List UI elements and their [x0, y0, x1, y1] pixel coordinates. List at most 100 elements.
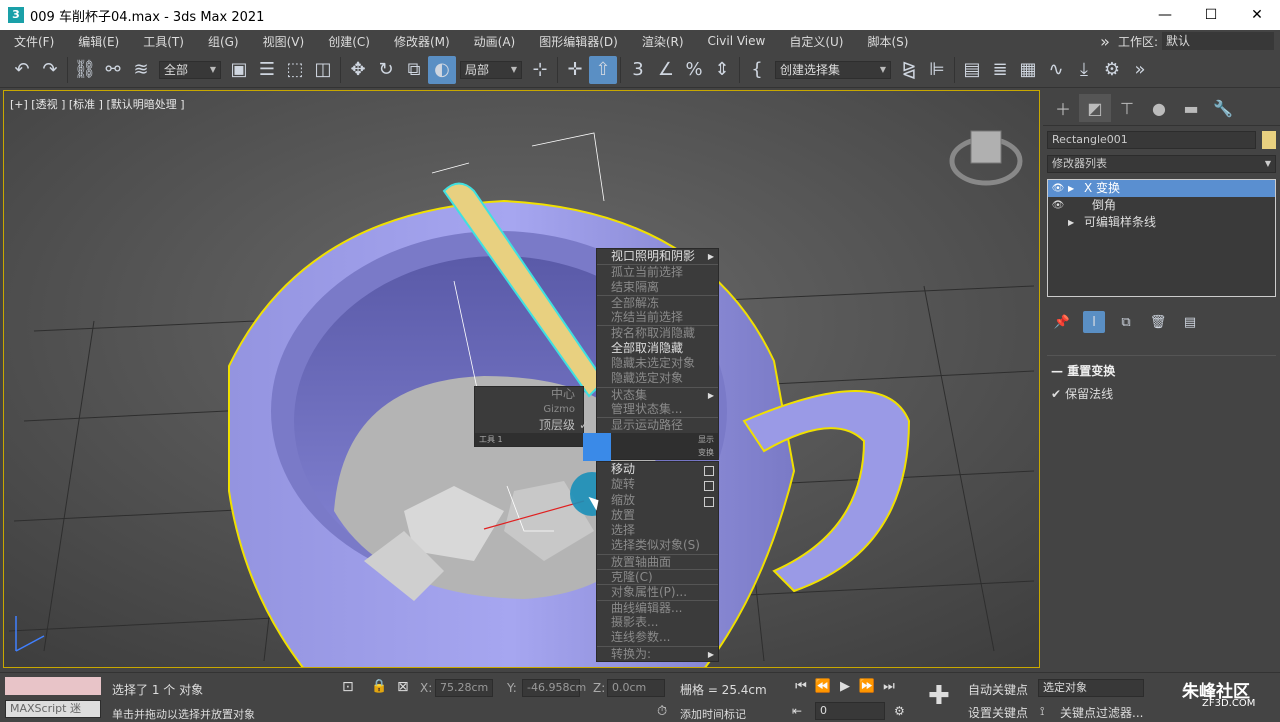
- configure-sets-icon[interactable]: ▤: [1179, 311, 1201, 333]
- quad-menu-display-item[interactable]: 视口照明和阴影: [597, 249, 718, 264]
- next-frame-icon[interactable]: ⏩: [856, 679, 878, 694]
- viewport-label[interactable]: [+] [透视 ] [标准 ] [默认明暗处理 ]: [10, 96, 185, 112]
- link-icon[interactable]: ⛓: [71, 56, 99, 84]
- undo-icon[interactable]: ↶: [8, 56, 36, 84]
- selection-lock-icon[interactable]: 🔒: [371, 679, 387, 694]
- quad-menu-display-item[interactable]: 隐藏未选定对象: [597, 356, 718, 371]
- quad-menu-display-item[interactable]: 隐藏选定对象: [597, 371, 718, 386]
- place-icon[interactable]: ◐: [428, 55, 456, 84]
- named-selection-dropdown[interactable]: 创建选择集: [775, 60, 891, 79]
- expand-arrow-icon[interactable]: ▶: [1068, 214, 1080, 231]
- time-config-icon[interactable]: ⚙: [894, 704, 905, 718]
- quad-menu-transform-item[interactable]: 摄影表...: [597, 615, 718, 630]
- menu-tools[interactable]: 工具(T): [131, 33, 196, 50]
- rollout-title[interactable]: — 重置变换: [1051, 362, 1276, 379]
- close-button[interactable]: ✕: [1234, 0, 1280, 30]
- modifier-stack-item[interactable]: 👁 倒角: [1048, 197, 1275, 214]
- menu-file[interactable]: 文件(F): [0, 33, 66, 50]
- viewcube[interactable]: [970, 130, 1002, 164]
- rotate-icon[interactable]: ↻: [372, 56, 400, 84]
- layer-explorer-icon[interactable]: ≣: [986, 56, 1014, 84]
- object-name-field[interactable]: Rectangle001: [1047, 131, 1256, 149]
- set-key-big-icon[interactable]: ✚: [928, 681, 950, 711]
- make-unique-icon[interactable]: ⧉: [1115, 311, 1137, 333]
- object-color-swatch[interactable]: [1262, 131, 1276, 149]
- menu-create[interactable]: 创建(C): [316, 33, 382, 50]
- quad-item-center[interactable]: 中心: [475, 387, 583, 402]
- quad-menu-transform-item[interactable]: 克隆(C): [597, 569, 718, 584]
- scene-explorer-icon[interactable]: ▤: [958, 56, 986, 84]
- absolute-mode-icon[interactable]: ⊠: [397, 679, 409, 695]
- menu-views[interactable]: 视图(V): [251, 33, 317, 50]
- menu-rendering[interactable]: 渲染(R): [630, 33, 696, 50]
- current-frame-field[interactable]: 0: [815, 702, 885, 720]
- display-tab-icon[interactable]: ▬: [1175, 94, 1207, 122]
- modifier-stack-item[interactable]: 👁 ▶ X 变换: [1048, 180, 1275, 197]
- create-tab-icon[interactable]: ＋: [1047, 94, 1079, 122]
- menu-modifiers[interactable]: 修改器(M): [382, 33, 462, 50]
- move-icon[interactable]: ✥: [344, 56, 372, 84]
- quad-menu-transform-item[interactable]: 选择: [597, 523, 718, 538]
- quad-menu-transform-item[interactable]: 旋转: [597, 477, 718, 492]
- snaps-toggle-icon[interactable]: 3: [624, 56, 652, 84]
- select-manipulate-icon[interactable]: ✛: [561, 56, 589, 84]
- key-filters-button[interactable]: 关键点过滤器...: [1060, 704, 1143, 721]
- bind-space-warp-icon[interactable]: ≋: [127, 56, 155, 84]
- key-filter-selection-dropdown[interactable]: 选定对象: [1038, 679, 1144, 697]
- preserve-normals-checkbox[interactable]: ✔ 保留法线: [1051, 385, 1276, 402]
- quad-item-top-level[interactable]: 顶层级 ✓: [475, 418, 589, 433]
- quad-menu-transform-item[interactable]: 连线参数...: [597, 630, 718, 645]
- menu-edit[interactable]: 编辑(E): [66, 33, 131, 50]
- isolate-selection-icon[interactable]: ⊡: [342, 679, 354, 695]
- select-object-icon[interactable]: ▣: [225, 56, 253, 84]
- quad-menu-display-item[interactable]: 冻结当前选择: [597, 310, 718, 325]
- visibility-eye-icon[interactable]: 👁: [1048, 197, 1068, 214]
- mirror-icon[interactable]: ⧎: [895, 56, 923, 84]
- select-by-name-icon[interactable]: ☰: [253, 56, 281, 84]
- menu-group[interactable]: 组(G): [196, 33, 251, 50]
- previous-frame-icon[interactable]: ⏪: [812, 679, 834, 694]
- quad-menu-transform-item[interactable]: 移动: [597, 462, 718, 477]
- menu-animation[interactable]: 动画(A): [462, 33, 528, 50]
- menu-customize[interactable]: 自定义(U): [777, 33, 855, 50]
- hierarchy-tab-icon[interactable]: ⊤: [1111, 94, 1143, 122]
- menu-civil-view[interactable]: Civil View: [696, 34, 778, 48]
- reference-coord-dropdown[interactable]: 局部: [460, 60, 522, 79]
- unlink-icon[interactable]: ⚯: [99, 56, 127, 84]
- menu-scripting[interactable]: 脚本(S): [855, 33, 920, 50]
- utilities-tab-icon[interactable]: 🔧: [1207, 94, 1239, 122]
- z-coord-field[interactable]: 0.0cm: [607, 679, 665, 697]
- quad-menu-display-item[interactable]: 全部取消隐藏: [597, 341, 718, 356]
- quad-menu-transform-item[interactable]: 曲线编辑器...: [597, 599, 718, 615]
- visibility-eye-icon[interactable]: 👁: [1048, 180, 1068, 197]
- auto-key-button[interactable]: 自动关键点: [968, 681, 1028, 698]
- key-mode-icon[interactable]: ⇤: [792, 704, 802, 718]
- menu-graph-editors[interactable]: 图形编辑器(D): [527, 33, 630, 50]
- time-tag-icon[interactable]: ⏱: [657, 704, 667, 719]
- quad-menu-display-item[interactable]: 按名称取消隐藏: [597, 325, 718, 340]
- expand-arrow-icon[interactable]: ▶: [1068, 180, 1080, 197]
- menu-overflow-icon[interactable]: »: [1100, 32, 1110, 51]
- y-coord-field[interactable]: -46.958cm: [522, 679, 586, 697]
- perspective-viewport[interactable]: [+] [透视 ] [标准 ] [默认明暗处理 ] 中心 Gizmo 顶层级 ✓…: [3, 90, 1040, 668]
- spinner-snap-icon[interactable]: ⇕: [708, 56, 736, 84]
- keyboard-shortcut-override-icon[interactable]: ⇧: [589, 55, 617, 84]
- motion-tab-icon[interactable]: ●: [1143, 94, 1175, 122]
- modifier-stack-item[interactable]: ▶ 可编辑样条线: [1048, 214, 1275, 231]
- maxscript-mini-listener[interactable]: MAXScript 迷: [5, 700, 101, 718]
- render-setup-icon[interactable]: »: [1126, 56, 1154, 84]
- align-icon[interactable]: ⊫: [923, 56, 951, 84]
- show-end-result-icon[interactable]: Ⅰ: [1083, 311, 1105, 333]
- play-icon[interactable]: ▶: [834, 679, 856, 694]
- redo-icon[interactable]: ↷: [36, 56, 64, 84]
- quad-menu-transform-item[interactable]: 放置: [597, 508, 718, 523]
- window-crossing-icon[interactable]: ◫: [309, 56, 337, 84]
- x-coord-field[interactable]: 75.28cm: [435, 679, 493, 697]
- quad-menu-display-item[interactable]: 结束隔离: [597, 280, 718, 295]
- quad-menu-display-item[interactable]: 孤立当前选择: [597, 264, 718, 279]
- curve-editor-icon[interactable]: ∿: [1042, 56, 1070, 84]
- set-key-button[interactable]: 设置关键点: [968, 704, 1028, 721]
- go-to-end-icon[interactable]: ⏭: [878, 679, 900, 694]
- remove-modifier-icon[interactable]: 🗑: [1147, 311, 1169, 333]
- quad-menu-transform-item[interactable]: 对象属性(P)...: [597, 584, 718, 599]
